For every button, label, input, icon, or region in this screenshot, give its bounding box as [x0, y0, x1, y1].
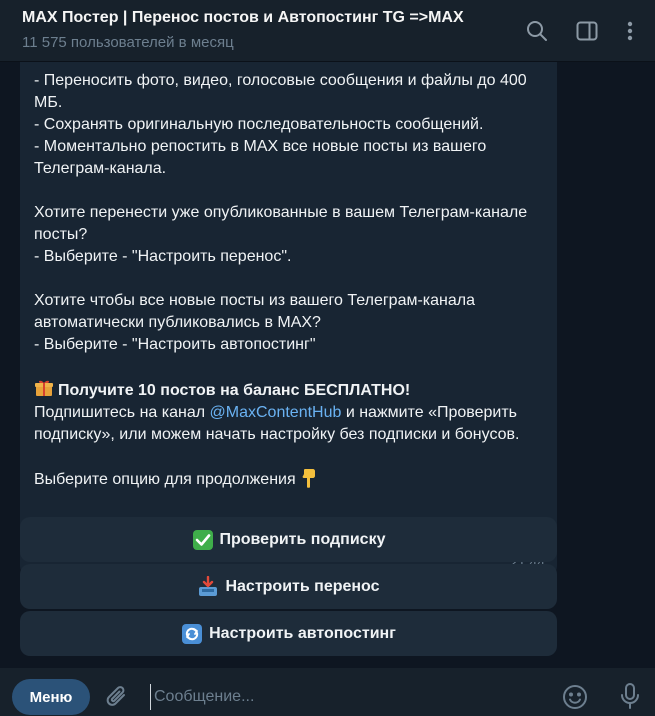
- chat-area[interactable]: - Переносить фото, видео, голосовые сооб…: [0, 62, 655, 668]
- message-line: - Сохранять оригинальную последовательно…: [34, 116, 484, 133]
- paperclip-icon[interactable]: [104, 684, 130, 710]
- channel-link[interactable]: @MaxContentHub: [210, 404, 342, 421]
- inbox-tray-icon: [197, 575, 219, 598]
- subscribe-line: Подпишитесь на канал @MaxContentHub и на…: [34, 402, 549, 446]
- message-line-cut: [34, 62, 549, 70]
- message-input[interactable]: [150, 684, 546, 710]
- promo-line: Получите 10 постов на баланс БЕСПЛАТНО!: [34, 378, 549, 402]
- check-subscription-button[interactable]: Проверить подписку: [20, 517, 557, 562]
- message-line: - Выберите - "Настроить автопостинг": [34, 336, 316, 353]
- setup-autopost-button[interactable]: Настроить автопостинг: [20, 611, 557, 656]
- more-vert-icon[interactable]: [618, 19, 642, 43]
- gift-icon: [34, 378, 54, 398]
- smiley-icon[interactable]: [562, 684, 588, 710]
- check-mark-icon: [192, 529, 214, 551]
- chat-header: MAX Постер | Перенос постов и Автопостин…: [0, 0, 655, 62]
- message-bubble: - Переносить фото, видео, голосовые сооб…: [20, 62, 557, 578]
- subscribe-prefix: Подпишитесь на канал: [34, 404, 210, 421]
- setup-transfer-label: Настроить перенос: [225, 577, 380, 595]
- chat-title[interactable]: MAX Постер | Перенос постов и Автопостин…: [22, 9, 464, 27]
- search-icon[interactable]: [525, 19, 549, 43]
- telegram-window: MAX Постер | Перенос постов и Автопостин…: [0, 0, 655, 716]
- microphone-icon[interactable]: [619, 682, 641, 710]
- point-down-icon: [300, 468, 318, 488]
- repeat-icon: [181, 623, 203, 645]
- message-line: - Моментально репостить в MAX все новые …: [34, 138, 487, 177]
- choose-line: Выберите опцию для продолжения: [34, 468, 549, 491]
- setup-transfer-button[interactable]: Настроить перенос: [20, 564, 557, 609]
- sidebar-toggle-icon[interactable]: [575, 19, 599, 43]
- check-subscription-label: Проверить подписку: [219, 530, 386, 548]
- choose-text: Выберите опцию для продолжения: [34, 471, 296, 488]
- message-line: - Переносить фото, видео, голосовые сооб…: [34, 72, 527, 111]
- message-text: - Переносить фото, видео, голосовые сооб…: [34, 62, 549, 491]
- message-line: - Выберите - "Настроить перенос".: [34, 248, 292, 265]
- message-composer: Меню: [0, 668, 655, 716]
- menu-button[interactable]: Меню: [12, 679, 90, 715]
- message-line: Хотите перенести уже опубликованные в ва…: [34, 204, 528, 243]
- setup-autopost-label: Настроить автопостинг: [209, 624, 396, 642]
- message-line: Хотите чтобы все новые посты из вашего Т…: [34, 292, 476, 331]
- chat-subtitle: 11 575 пользователей в месяц: [22, 34, 234, 51]
- promo-text: Получите 10 постов на баланс БЕСПЛАТНО!: [58, 382, 411, 399]
